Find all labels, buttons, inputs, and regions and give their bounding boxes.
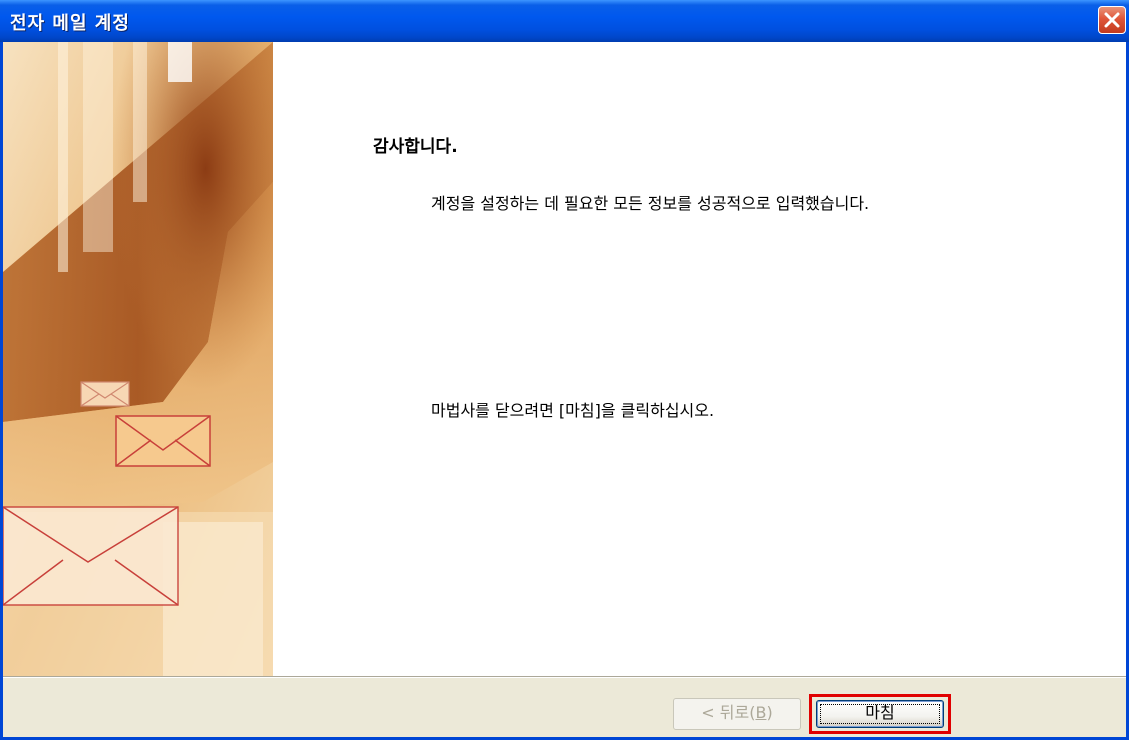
title-bar[interactable]: 전자 메일 계정 xyxy=(0,0,1129,42)
window-title: 전자 메일 계정 xyxy=(10,13,130,34)
envelope-icon xyxy=(115,415,211,467)
close-button[interactable] xyxy=(1098,6,1126,34)
footer-divider xyxy=(3,676,1126,678)
envelope-icon xyxy=(3,506,179,606)
finish-button[interactable]: 마침 xyxy=(816,700,944,728)
completion-heading: 감사합니다. xyxy=(373,137,458,157)
finish-button-highlight: 마침 xyxy=(809,694,951,734)
back-button-label-suffix: ) xyxy=(766,703,773,722)
email-account-wizard-window: 전자 메일 계정 감사합니다. 계정을 설정하는 데 필요한 모든 정보를 성공… xyxy=(0,0,1129,740)
back-button-accelerator: B xyxy=(755,703,767,722)
back-button[interactable]: < 뒤로(B) xyxy=(673,698,801,730)
wizard-side-image xyxy=(3,42,273,676)
envelope-icon xyxy=(80,381,130,407)
finish-instruction: 마법사를 닫으려면 [마침]을 클릭하십시오. xyxy=(431,401,715,420)
wizard-content: 감사합니다. 계정을 설정하는 데 필요한 모든 정보를 성공적으로 입력했습니… xyxy=(3,42,1126,676)
close-icon xyxy=(1104,12,1120,28)
side-artwork xyxy=(3,42,273,676)
back-button-label-prefix: < 뒤로( xyxy=(701,703,756,722)
completion-message: 계정을 설정하는 데 필요한 모든 정보를 성공적으로 입력했습니다. xyxy=(431,194,870,213)
focus-ring xyxy=(820,704,940,724)
